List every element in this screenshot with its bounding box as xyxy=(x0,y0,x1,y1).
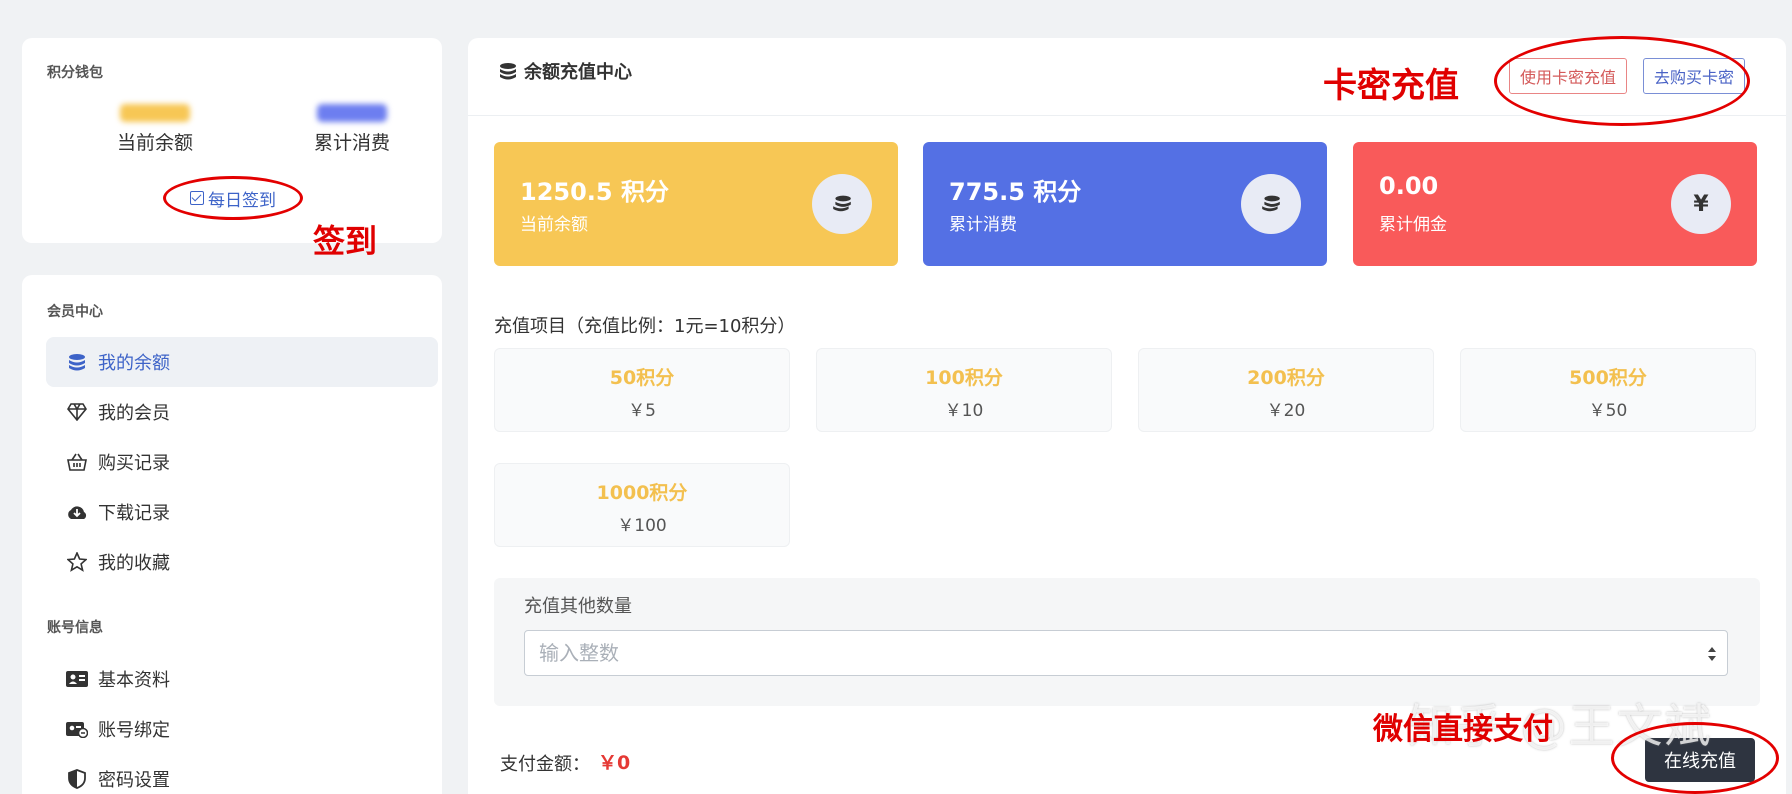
package-points: 1000积分 xyxy=(596,482,688,504)
sidebar-item-label: 账号绑定 xyxy=(98,720,170,741)
annotation-checkin: 签到 xyxy=(313,222,378,260)
stat-balance: 1250.5 积分 当前余额 xyxy=(494,142,898,266)
sidebar-item-password[interactable]: 密码设置 xyxy=(46,754,438,794)
stat-commission: 0.00 累计佣金 ¥ xyxy=(1353,142,1757,266)
wallet-title: 积分钱包 xyxy=(47,65,103,81)
stat-label: 当前余额 xyxy=(520,215,588,235)
package-option[interactable]: 1000积分 ￥100 xyxy=(494,463,790,547)
stat-value: 775.5 积分 xyxy=(949,178,1082,206)
page-title-text: 余额充值中心 xyxy=(524,62,632,83)
coins-icon xyxy=(1241,174,1301,234)
sidebar-item-label: 我的余额 xyxy=(98,353,170,374)
cloud-download-icon xyxy=(66,501,88,523)
other-amount-label: 充值其他数量 xyxy=(524,596,632,617)
account-title: 账号信息 xyxy=(47,620,103,636)
package-price: ￥10 xyxy=(944,401,984,421)
sidebar-item-binding[interactable]: 账号绑定 xyxy=(46,704,438,754)
annotation-ellipse-pay xyxy=(1611,722,1779,794)
daily-checkin-button[interactable]: 每日签到 xyxy=(163,176,303,220)
balance-label: 当前余额 xyxy=(116,132,193,154)
pay-amount-label: 支付金额： xyxy=(500,754,590,775)
package-option[interactable]: 100积分 ￥10 xyxy=(816,348,1112,432)
checkbox-icon xyxy=(190,191,204,205)
stat-spent: 775.5 积分 累计消费 xyxy=(923,142,1327,266)
shield-icon xyxy=(66,768,88,790)
diamond-icon xyxy=(66,401,88,423)
amount-input[interactable] xyxy=(524,630,1728,676)
balance-value-blurred xyxy=(120,104,190,122)
number-spinner-icon[interactable] xyxy=(1706,644,1718,664)
sidebar-item-balance[interactable]: 我的余额 xyxy=(46,337,438,387)
annotation-card-recharge: 卡密充值 xyxy=(1323,66,1459,106)
package-price: ￥20 xyxy=(1266,401,1306,421)
sidebar-item-label: 购买记录 xyxy=(98,453,170,474)
wallet-balance: 当前余额 xyxy=(95,104,215,155)
package-points: 100积分 xyxy=(925,367,1003,389)
sidebar-item-label: 我的会员 xyxy=(98,403,170,424)
recharge-project-title: 充值项目（充值比例：1元=10积分） xyxy=(494,316,796,337)
spent-label: 累计消费 xyxy=(313,132,390,154)
yen-icon: ¥ xyxy=(1671,174,1731,234)
star-icon xyxy=(66,551,88,573)
package-price: ￥50 xyxy=(1588,401,1628,421)
package-price: ￥100 xyxy=(617,516,667,536)
package-option[interactable]: 500积分 ￥50 xyxy=(1460,348,1756,432)
sidebar-item-label: 基本资料 xyxy=(98,670,170,691)
package-option[interactable]: 50积分 ￥5 xyxy=(494,348,790,432)
sidebar-item-label: 我的收藏 xyxy=(98,553,170,574)
member-center-card: 会员中心 我的余额 我的会员 购买记录 下载记录 我的收藏 账号信息 基本资料 … xyxy=(22,275,442,794)
package-option[interactable]: 200积分 ￥20 xyxy=(1138,348,1434,432)
coins-icon xyxy=(812,174,872,234)
stat-value: 0.00 xyxy=(1379,172,1439,200)
wallet-spent: 累计消费 xyxy=(292,104,412,155)
sidebar-item-membership[interactable]: 我的会员 xyxy=(46,387,438,437)
basket-icon xyxy=(66,451,88,473)
annotation-wechat-pay: 微信直接支付 xyxy=(1373,712,1553,747)
spent-value-blurred xyxy=(317,104,387,122)
annotation-ellipse-card xyxy=(1494,36,1750,126)
recharge-center-card: 余额充值中心 使用卡密充值 去购买卡密 1250.5 积分 当前余额 775.5… xyxy=(468,38,1786,794)
package-price: ￥5 xyxy=(628,401,656,421)
stat-label: 累计消费 xyxy=(949,215,1017,235)
sidebar-item-profile[interactable]: 基本资料 xyxy=(46,654,438,704)
coins-icon xyxy=(498,61,518,81)
other-amount-panel: 充值其他数量 xyxy=(494,578,1760,706)
sidebar-item-downloads[interactable]: 下载记录 xyxy=(46,487,438,537)
page-title: 余额充值中心 xyxy=(498,58,632,84)
bind-icon xyxy=(66,718,88,740)
package-points: 50积分 xyxy=(609,367,675,389)
package-points: 200积分 xyxy=(1247,367,1325,389)
sidebar-item-label: 密码设置 xyxy=(98,770,170,791)
coins-icon xyxy=(66,351,88,373)
pay-amount-value: ￥0 xyxy=(598,752,631,774)
member-title: 会员中心 xyxy=(47,304,103,320)
stat-label: 累计佣金 xyxy=(1379,215,1447,235)
checkin-label: 每日签到 xyxy=(208,190,276,211)
sidebar-item-favorites[interactable]: 我的收藏 xyxy=(46,537,438,587)
sidebar-item-purchases[interactable]: 购买记录 xyxy=(46,437,438,487)
package-points: 500积分 xyxy=(1569,367,1647,389)
id-card-icon xyxy=(66,668,88,690)
stat-value: 1250.5 积分 xyxy=(520,178,669,206)
sidebar-item-label: 下载记录 xyxy=(98,503,170,524)
